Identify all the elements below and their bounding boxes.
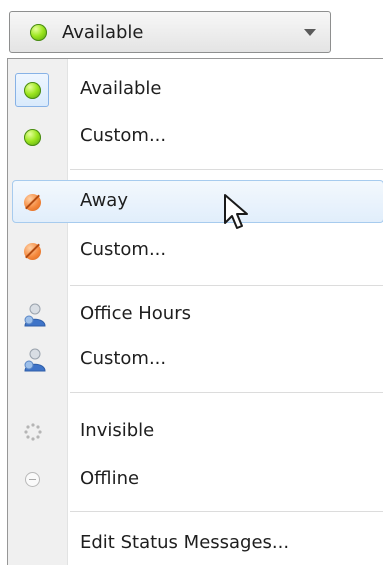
menu-item-office-hours-custom[interactable]: Custom... [8, 338, 383, 382]
menu-item-label: Offline [80, 468, 140, 489]
away-icon [24, 243, 41, 260]
menu-separator [70, 392, 383, 393]
menu-item-available-custom[interactable]: Custom... [8, 115, 383, 159]
invisible-icon [24, 423, 42, 441]
selected-indicator [15, 73, 49, 107]
menu-item-label: Custom... [80, 125, 167, 146]
menu-item-available[interactable]: Available [8, 68, 383, 112]
office-hours-icon [24, 303, 46, 327]
menu-item-label: Invisible [80, 420, 155, 441]
menu-item-invisible[interactable]: Invisible [8, 410, 383, 454]
status-selector[interactable]: Available [9, 11, 331, 53]
office-hours-icon [24, 348, 46, 372]
status-selector-label: Available [62, 22, 144, 43]
available-status-icon [30, 24, 47, 41]
menu-separator [70, 511, 383, 512]
menu-item-office-hours[interactable]: Office Hours [8, 293, 383, 337]
status-menu: Available Custom... Away Custom... Offic… [7, 58, 383, 565]
available-icon [24, 129, 41, 146]
menu-item-label: Office Hours [80, 303, 191, 324]
menu-item-offline[interactable]: Offline [8, 458, 383, 502]
menu-item-edit-status-messages[interactable]: Edit Status Messages... [8, 522, 383, 566]
mouse-cursor-icon [224, 194, 248, 229]
chevron-down-icon[interactable] [304, 29, 316, 36]
menu-item-label: Away [80, 190, 128, 211]
menu-item-label: Available [80, 78, 162, 99]
menu-item-away[interactable]: Away [8, 180, 383, 224]
away-icon [24, 194, 41, 211]
menu-separator [70, 169, 383, 170]
menu-separator [70, 285, 383, 286]
menu-item-label: Custom... [80, 348, 167, 369]
offline-icon [25, 472, 40, 487]
menu-item-label: Edit Status Messages... [80, 532, 290, 553]
menu-item-away-custom[interactable]: Custom... [8, 229, 383, 273]
menu-item-label: Custom... [80, 239, 167, 260]
available-icon [24, 82, 41, 99]
